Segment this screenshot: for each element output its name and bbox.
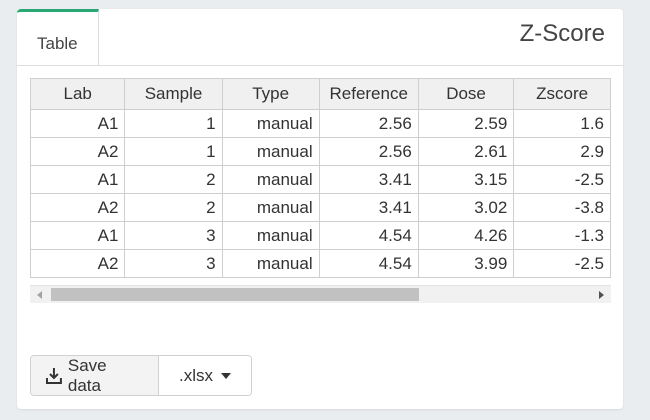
table-cell[interactable]: 3.15 (417, 165, 515, 194)
table-cell[interactable]: 1.6 (513, 109, 611, 138)
column-header-zscore[interactable]: Zscore (513, 78, 611, 110)
column-header-reference[interactable]: Reference (318, 78, 419, 110)
table-cell[interactable]: A1 (30, 221, 126, 250)
zscore-panel: Table Z-Score Lab Sample Type Reference … (17, 9, 623, 409)
table-cell[interactable]: 3.41 (318, 165, 419, 194)
table-cell[interactable]: A1 (30, 165, 126, 194)
table-cell[interactable]: 4.54 (318, 221, 419, 250)
table-row: A2 1 manual 2.56 2.61 2.9 (30, 137, 611, 166)
table-cell[interactable]: 2.61 (417, 137, 515, 166)
table-row: A2 2 manual 3.41 3.02 -3.8 (30, 193, 611, 222)
table-cell[interactable]: -1.3 (513, 221, 611, 250)
table-cell[interactable]: 4.26 (417, 221, 515, 250)
table-row: A2 3 manual 4.54 3.99 -2.5 (30, 249, 611, 278)
table-cell[interactable]: A2 (30, 137, 126, 166)
column-header-sample[interactable]: Sample (124, 78, 223, 110)
table-cell[interactable]: 3 (124, 221, 223, 250)
table-cell[interactable]: -2.5 (513, 249, 611, 278)
table-cell[interactable]: -3.8 (513, 193, 611, 222)
table-cell[interactable]: 3.41 (318, 193, 419, 222)
tab-table-label: Table (37, 34, 78, 53)
table-cell[interactable]: 2 (124, 193, 223, 222)
download-icon (45, 367, 62, 384)
table-cell[interactable]: 2.9 (513, 137, 611, 166)
save-data-group: Save data .xlsx (30, 355, 252, 396)
table-cell[interactable]: 2 (124, 165, 223, 194)
table-cell[interactable]: manual (221, 193, 320, 222)
table-cell[interactable]: 3.02 (417, 193, 515, 222)
caret-down-icon (221, 372, 231, 379)
save-data-button[interactable]: Save data (31, 356, 159, 395)
tab-table[interactable]: Table (17, 9, 99, 65)
table-row: A1 1 manual 2.56 2.59 1.6 (30, 109, 611, 138)
table-cell[interactable]: A2 (30, 193, 126, 222)
column-header-dose[interactable]: Dose (417, 78, 515, 110)
table-cell[interactable]: manual (221, 109, 320, 138)
table-cell[interactable]: 1 (124, 137, 223, 166)
column-header-type[interactable]: Type (221, 78, 320, 110)
scroll-right-arrow-icon[interactable] (599, 291, 604, 299)
table-cell[interactable]: 4.54 (318, 249, 419, 278)
table-cell[interactable]: A1 (30, 109, 126, 138)
data-table: Lab Sample Type Reference Dose Zscore A1… (30, 78, 611, 304)
table-cell[interactable]: 2.56 (318, 137, 419, 166)
column-header-lab[interactable]: Lab (30, 78, 126, 110)
table-header-row: Lab Sample Type Reference Dose Zscore (30, 78, 611, 110)
scrollbar-thumb[interactable] (51, 288, 419, 301)
table-cell[interactable]: manual (221, 137, 320, 166)
table-cell[interactable]: -2.5 (513, 165, 611, 194)
table-cell[interactable]: 2.56 (318, 109, 419, 138)
table-cell[interactable]: manual (221, 249, 320, 278)
format-dropdown[interactable]: .xlsx (159, 356, 251, 395)
save-data-label: Save data (67, 355, 107, 395)
table-cell[interactable]: 3.99 (417, 249, 515, 278)
horizontal-scrollbar[interactable] (30, 285, 611, 303)
format-dropdown-label: .xlsx (179, 365, 213, 385)
table-row: A1 3 manual 4.54 4.26 -1.3 (30, 221, 611, 250)
table-cell[interactable]: 2.59 (417, 109, 515, 138)
table-cell[interactable]: manual (221, 221, 320, 250)
scroll-left-arrow-icon[interactable] (37, 291, 42, 299)
table-cell[interactable]: 3 (124, 249, 223, 278)
table-cell[interactable]: manual (221, 165, 320, 194)
table-row: A1 2 manual 3.41 3.15 -2.5 (30, 165, 611, 194)
table-cell[interactable]: 1 (124, 109, 223, 138)
panel-title: Z-Score (519, 20, 605, 47)
tab-bar: Table Z-Score (17, 9, 623, 66)
table-cell[interactable]: A2 (30, 249, 126, 278)
